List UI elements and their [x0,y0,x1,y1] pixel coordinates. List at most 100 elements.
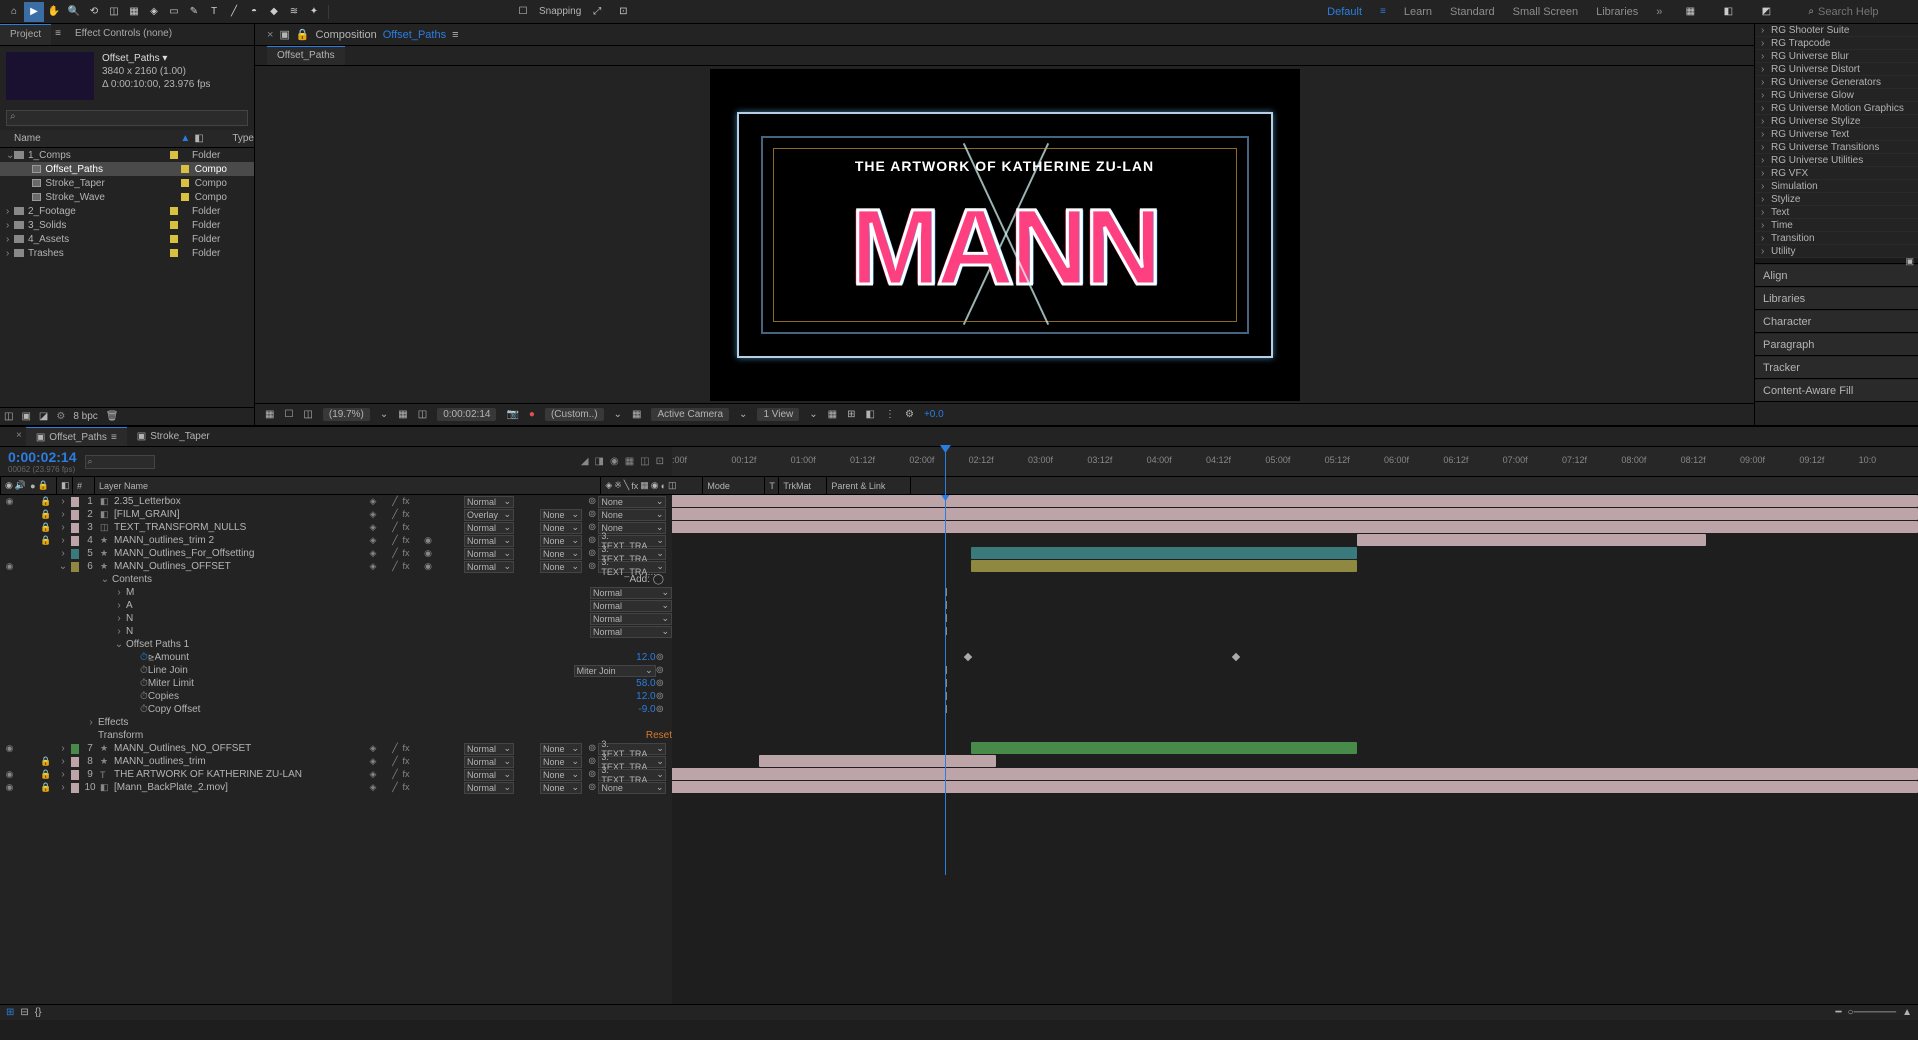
timeline-track[interactable] [672,729,1918,742]
top-icon-3[interactable]: ◩ [1756,2,1776,22]
comp-panel-menu-icon[interactable]: ≡ [452,29,458,41]
project-item[interactable]: Stroke_TaperCompo [0,176,254,190]
layername-col-header[interactable]: Layer Name [94,477,600,494]
effect-category[interactable]: ›Stylize [1755,193,1918,206]
camera-tool-icon[interactable]: ▦ [124,2,144,22]
timeline-track[interactable] [672,638,1918,651]
effect-category[interactable]: ›RG Universe Glow [1755,89,1918,102]
right-panel-heading[interactable]: Align [1755,265,1918,287]
viewer-pixel-icon[interactable]: ◧ [866,409,875,420]
property-row[interactable]: ⌄Offset Paths 1 [0,638,672,651]
timeline-tab-active[interactable]: ▣ Offset_Paths ≡ [26,427,127,446]
workspace-overflow-icon[interactable]: » [1656,6,1662,18]
effect-category[interactable]: ›RG Universe Stylize [1755,115,1918,128]
effect-controls-tab[interactable]: Effect Controls (none) [65,24,182,45]
zoom-out-icon[interactable]: ━ [1836,1007,1842,1018]
timeline-track[interactable] [672,768,1918,781]
timeline-track[interactable] [672,586,1918,599]
trash-icon[interactable]: 🗑 [106,411,119,422]
timeline-layer[interactable]: 🔒›4★MANN_outlines_trim 2◈╱fx◉Normal⌄None… [0,534,672,547]
project-item[interactable]: ⌄1_CompsFolder [0,148,254,162]
property-row[interactable]: ⏱ Copy Offset-9.0⊚ [0,703,672,716]
property-row[interactable]: ⏱ Copies12.0⊚ [0,690,672,703]
roto-tool-icon[interactable]: ≋ [284,2,304,22]
exposure-value[interactable]: +0.0 [924,409,944,420]
comp-thumbnail[interactable] [6,52,94,100]
composition-viewer[interactable]: THE ARTWORK OF KATHERINE ZU-LAN MANN [255,66,1754,403]
project-item[interactable]: ›4_AssetsFolder [0,232,254,246]
timeline-track[interactable] [672,677,1918,690]
project-item[interactable]: ›TrashesFolder [0,246,254,260]
top-icon-1[interactable]: ▦ [1680,2,1700,22]
timeline-track[interactable] [672,560,1918,573]
snapping-option2-icon[interactable]: ⊡ [613,2,633,22]
zoom-dropdown[interactable]: (19.7%) [323,408,370,421]
timeline-track[interactable] [672,599,1918,612]
workspace-standard-tab[interactable]: Standard [1450,6,1495,18]
effect-category[interactable]: ›RG VFX [1755,167,1918,180]
effect-category[interactable]: ›RG Universe Distort [1755,63,1918,76]
timeline-track[interactable] [672,651,1918,664]
property-row[interactable]: ›ANormal⌄ [0,599,672,612]
property-row[interactable]: ›MNormal⌄ [0,586,672,599]
timeline-track[interactable] [672,755,1918,768]
orbit-tool-icon[interactable]: ⟲ [84,2,104,22]
pen-tool-icon[interactable]: ✎ [184,2,204,22]
col-label-header[interactable]: ◧ [194,133,208,144]
workspace-learn-tab[interactable]: Learn [1404,6,1432,18]
timeline-track[interactable] [672,781,1918,794]
switches-col-header[interactable]: ◈※╲fx▦◉◐◫ [600,477,702,494]
timeline-track[interactable] [672,742,1918,755]
comp-subtab[interactable]: Offset_Paths [267,46,345,65]
comp-lock-icon[interactable]: 🔒 [296,28,310,41]
effect-category[interactable]: ›RG Shooter Suite [1755,24,1918,37]
timeline-layer[interactable]: ◉›7★MANN_Outlines_NO_OFFSET◈╱fxNormal⌄No… [0,742,672,755]
effect-category[interactable]: ›RG Universe Utilities [1755,154,1918,167]
right-panel-heading[interactable]: Libraries [1755,288,1918,310]
timeline-tracks[interactable] [672,495,1918,1004]
right-panel-heading[interactable]: Tracker [1755,357,1918,379]
zoom-slider[interactable]: ○────── [1848,1007,1897,1018]
timeline-tab-2[interactable]: ▣ Stroke_Taper [127,427,220,446]
tl-brain-icon[interactable]: ◫ [640,456,649,467]
workspace-libraries-tab[interactable]: Libraries [1596,6,1638,18]
snapshot-icon[interactable]: 📷 [506,409,518,420]
property-row[interactable]: ⌄ContentsAdd: ◯ [0,573,672,586]
eraser-tool-icon[interactable]: ◆ [264,2,284,22]
label-col-header[interactable]: ◧ [56,477,72,494]
property-row[interactable]: ›NNormal⌄ [0,612,672,625]
comp-title[interactable]: Offset_Paths ▾ [102,52,210,65]
toggle-brain-icon[interactable]: {} [35,1007,42,1018]
viewer-grid2-icon[interactable]: ⊞ [847,409,855,420]
effect-category[interactable]: ›RG Universe Text [1755,128,1918,141]
view-dropdown[interactable]: 1 View [757,408,799,421]
tl-graph-editor-icon[interactable]: ▦ [625,456,634,467]
playhead-body[interactable] [945,495,946,875]
project-tab[interactable]: Project [0,24,51,45]
resolution-icon[interactable]: ▦ [398,409,407,420]
viewer-3d-icon[interactable]: ▦ [828,409,837,420]
timeline-layer[interactable]: 🔒›2◧[FILM_GRAIN]◈╱fxOverlay⌄None⌄⊚None⌄ [0,508,672,521]
tl-collapse-icon[interactable]: ◨ [595,456,604,467]
viewer-mask-icon[interactable]: ☐ [284,409,293,420]
project-item[interactable]: Offset_PathsCompo [0,162,254,176]
effect-category[interactable]: ›Text [1755,206,1918,219]
tl-motion-blur-icon[interactable]: ◉ [610,456,619,467]
camera-dropdown[interactable]: Active Camera [651,408,729,421]
timeline-track[interactable] [672,495,1918,508]
timeline-track[interactable] [672,703,1918,716]
property-row[interactable]: ›NNormal⌄ [0,625,672,638]
rotation-tool-icon[interactable]: ◫ [104,2,124,22]
property-row[interactable]: TransformReset [0,729,672,742]
zoom-tool-icon[interactable]: 🔍 [64,2,84,22]
right-panel-heading[interactable]: Paragraph [1755,334,1918,356]
viewer-guides2-icon[interactable]: ⋮ [885,409,895,420]
toggle-switches-icon[interactable]: ⊞ [6,1007,14,1018]
timeline-track[interactable] [672,625,1918,638]
brush-tool-icon[interactable]: ╱ [224,2,244,22]
project-item[interactable]: Stroke_WaveCompo [0,190,254,204]
timeline-track[interactable] [672,534,1918,547]
mode-col-header[interactable]: Mode [702,477,764,494]
zoom-in-icon[interactable]: ▲ [1902,1007,1912,1018]
timeline-track[interactable] [672,547,1918,560]
